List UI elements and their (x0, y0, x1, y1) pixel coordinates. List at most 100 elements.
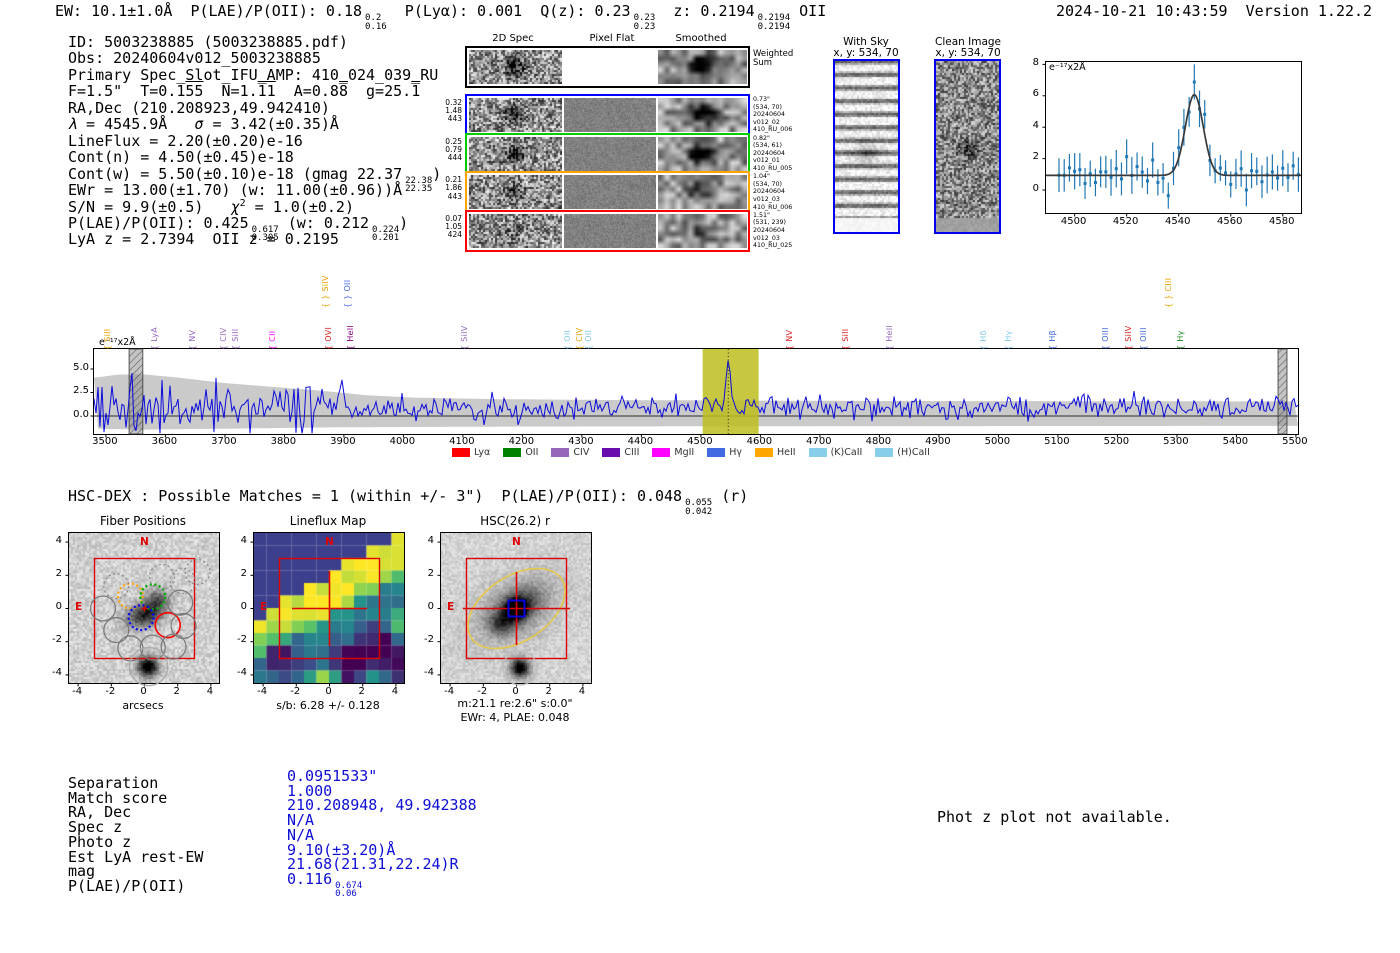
summary-line: LineFlux = 2.20(±0.20)e-16 (68, 132, 303, 150)
y-tick-label: 0 (240, 601, 247, 612)
legend-item: OII (503, 447, 538, 458)
spec2d-smoothed-canvas (658, 136, 747, 171)
text-segment: 0.116 (287, 869, 333, 888)
y-tick-label: -4 (424, 667, 434, 679)
x-tick-label: -2 (290, 686, 301, 697)
x-tick-label: 4 (391, 686, 399, 697)
lo-value: 0.23 (633, 21, 656, 32)
panel-xlabel: arcsecs (122, 699, 164, 712)
summary-line: S/N = 9.9(±0.5) χ2 = 1.0(±0.2) (68, 198, 354, 216)
x-tick-label: 0 (140, 686, 147, 697)
x-tick-label: 0 (325, 686, 332, 697)
text-segment: HSC-DEX : Possible Matches = 1 (within +… (68, 487, 683, 505)
x-tick-label: -4 (444, 686, 455, 697)
source-info-line: 410_RU_025 (753, 242, 793, 250)
y-tick-label: 0.0 (73, 408, 89, 420)
text-segment: N=1. (203, 82, 258, 101)
spectral-line-label: { OII (562, 329, 572, 350)
y-tick-label: 0 (55, 601, 62, 612)
x-tick-label: 4300 (568, 436, 594, 447)
spectral-line-label: { SiII (230, 328, 240, 350)
text-segment: P(LAE)/P(OII): 0.425 (68, 213, 249, 232)
panel-overlay-svg (437, 541, 584, 687)
legend-item: MgII (652, 447, 694, 458)
lo-value: 0.2194 (757, 21, 791, 32)
source-info-line: 1.04" (753, 173, 770, 181)
legend-swatch (707, 448, 726, 457)
x-tick-label: 2 (173, 686, 180, 697)
spec2d-col-header-2dspec: 2D Spec (492, 33, 534, 44)
summary-line: Obs: 20240604v012_5003238885 (68, 49, 321, 67)
spec2d-row-source-info: 1.04" (534, 70) 20240604 v012_03 410_RU_006 (753, 173, 803, 211)
text-segment: OII (790, 2, 827, 20)
fiber-circle (117, 635, 144, 662)
sky-cutout-canvas (835, 61, 898, 232)
spec2d-pixelflat-canvas (564, 175, 656, 210)
source-info-line: 20240604 (753, 226, 786, 234)
lo-value: 0.16 (365, 21, 387, 32)
x-tick-label: 5300 (1163, 436, 1189, 447)
spectral-line-label: { CII (268, 330, 278, 350)
flux-units-annotation: e⁻¹⁷x2Å (1049, 62, 1086, 73)
text-segment: A=0.8 (275, 82, 339, 101)
x-tick-label: 5200 (1103, 436, 1130, 447)
summary-line: LyA z = 2.7394 OII z = 0.2195 (68, 230, 339, 248)
full-spectrum-svg (90, 348, 1299, 438)
source-info-line: 20240604 (753, 188, 786, 196)
spec2d-row-source-info: 0.73" (534, 70) 20240604 v012_02 410_RU_006 (753, 96, 803, 134)
legend-label: CIII (624, 447, 640, 458)
source-info-line: 410_RU_006 (753, 126, 793, 134)
legend-item: CIV (551, 447, 589, 458)
x-tick-label: 4500 (687, 436, 713, 447)
spectral-line-label: { OIII (1100, 327, 1110, 350)
spec2d-row-fiber1 (465, 94, 750, 136)
panel-title: Lineflux Map (289, 514, 367, 528)
spec2d-row-fiber2 (465, 132, 750, 175)
match-table-label: P(LAE)/P(OII) (68, 876, 186, 895)
x-tick-label: 5000 (984, 436, 1011, 447)
spec2d-2dspec-canvas (469, 98, 562, 132)
emission-line-fit-axes (1042, 61, 1302, 217)
spectral-line-label: { } SiIV (321, 275, 331, 308)
legend-label: Hγ (729, 447, 742, 458)
spec2d-smoothed-canvas (658, 98, 747, 132)
spectral-line-label: { SiII (840, 328, 850, 350)
hsc-dex-match-header: HSC-DEX : Possible Matches = 1 (within +… (68, 487, 748, 516)
legend-swatch (602, 448, 621, 457)
spec2d-row-source-info: 1.51" (531, 239) 20240604 v012_03 410_RU_025 (753, 212, 803, 250)
x-tick-label: 4500 (1060, 216, 1087, 227)
legend-label: (K)CaII (830, 447, 863, 458)
weight-value: 444 (447, 153, 462, 162)
x-tick-label: 4400 (627, 436, 654, 447)
spec2d-smoothed-canvas (658, 213, 747, 248)
source-info-line: 410_RU_006 (753, 203, 793, 211)
y-tick-label: 2.5 (73, 385, 89, 396)
spec2d-row-weights: 0.32 1.48 443 (418, 98, 462, 124)
north-label: N (512, 536, 521, 548)
weight-value: 424 (447, 230, 462, 240)
fiber-circle (128, 646, 169, 687)
legend-item: Hγ (707, 447, 742, 458)
x-tick-label: 4580 (1269, 216, 1295, 227)
legend-swatch (551, 448, 570, 457)
panel-xlabel2: EWr: 4, PLAE: 0.048 (460, 711, 570, 724)
legend-item: (K)CaII (808, 447, 863, 458)
uncertainty-range: 0.674 0.06 (335, 882, 362, 899)
source-info-line: v012_03 (753, 234, 780, 242)
y-tick-label: 5.0 (73, 361, 89, 373)
x-tick-label: 4520 (1112, 216, 1139, 227)
east-label: E (447, 601, 455, 613)
sky-cutout-image (833, 59, 900, 234)
x-tick-label: 5500 (1282, 436, 1308, 447)
lo-value: 0.201 (372, 233, 400, 244)
source-info-line: (531, 239) (753, 219, 786, 227)
source-info-line: (534, 61) (753, 142, 782, 150)
source-info-line: v012_03 (753, 195, 780, 203)
y-tick-label: 2 (427, 567, 434, 579)
y-tick-label: 8 (1032, 56, 1039, 68)
spectral-line-label: { SiIV (1124, 325, 1134, 350)
panel-xlabel: m:21.1 re:2.6" s:0.0" (457, 697, 573, 710)
east-label: E (260, 601, 268, 613)
spec2d-row-weights: 0.21 1.86 443 (418, 175, 462, 201)
y-tick-label: 0 (1032, 182, 1039, 194)
